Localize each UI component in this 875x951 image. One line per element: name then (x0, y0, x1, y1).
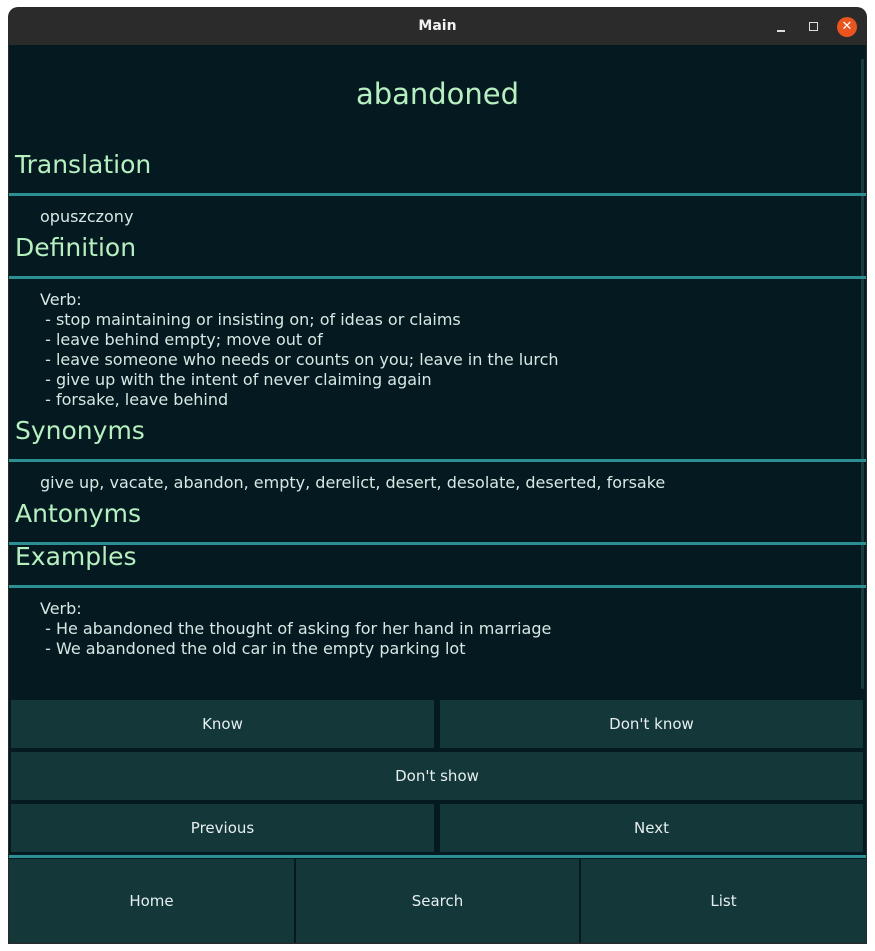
maximize-icon[interactable] (804, 17, 824, 37)
definition-line: - stop maintaining or insisting on; of i… (40, 310, 461, 329)
nav-search-button[interactable]: Search (296, 859, 579, 943)
definition-line: - give up with the intent of never claim… (40, 370, 432, 389)
section-divider (9, 542, 866, 545)
close-icon[interactable]: ✕ (837, 17, 857, 37)
word-title: abandoned (355, 77, 520, 111)
section-divider (9, 193, 866, 196)
examples-text: Verb: - He abandoned the thought of aski… (40, 599, 551, 659)
dont-know-button[interactable]: Don't know (440, 700, 863, 748)
definition-heading: Definition (15, 233, 137, 262)
definition-line: - leave someone who needs or counts on y… (40, 350, 559, 369)
section-divider (9, 585, 866, 588)
synonyms-line: give up, vacate, abandon, empty, derelic… (40, 473, 666, 492)
next-button[interactable]: Next (440, 804, 863, 852)
title-bar: Main ✕ (9, 8, 866, 45)
definition-line: Verb: (40, 290, 82, 309)
definition-text: Verb: - stop maintaining or insisting on… (40, 290, 559, 410)
app-window: Main ✕ abandoned Translation opuszczony … (9, 8, 866, 943)
nav-divider (9, 855, 866, 858)
scrollbar[interactable] (861, 59, 864, 689)
nav-list-button[interactable]: List (581, 859, 866, 943)
examples-line: - We abandoned the old car in the empty … (40, 639, 466, 658)
antonyms-heading: Antonyms (15, 499, 142, 528)
window-title: Main (418, 18, 457, 34)
synonyms-heading: Synonyms (15, 416, 145, 445)
examples-heading: Examples (15, 542, 137, 571)
know-button[interactable]: Know (11, 700, 434, 748)
examples-line: - He abandoned the thought of asking for… (40, 619, 552, 638)
dont-show-button[interactable]: Don't show (11, 752, 863, 800)
definition-line: - forsake, leave behind (40, 390, 229, 409)
translation-heading: Translation (15, 150, 152, 179)
previous-button[interactable]: Previous (11, 804, 434, 852)
section-divider (9, 276, 866, 279)
translation-line: opuszczony (40, 207, 134, 226)
examples-line: Verb: (40, 599, 82, 618)
definition-line: - leave behind empty; move out of (40, 330, 323, 349)
translation-text: opuszczony (40, 207, 133, 227)
minimize-icon[interactable] (771, 17, 791, 37)
word-card: abandoned Translation opuszczony Definit… (9, 45, 866, 943)
synonyms-text: give up, vacate, abandon, empty, derelic… (40, 473, 665, 493)
section-divider (9, 459, 866, 462)
nav-home-button[interactable]: Home (9, 859, 294, 943)
